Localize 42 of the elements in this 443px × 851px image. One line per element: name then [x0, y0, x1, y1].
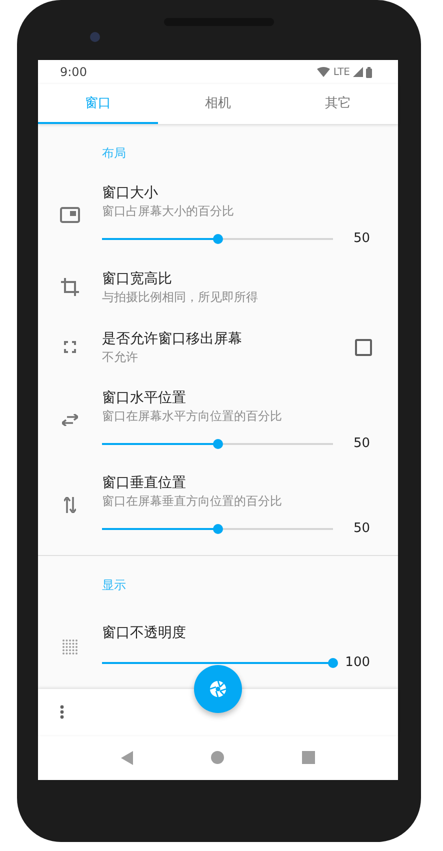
- setting-description: 不允许: [102, 349, 139, 365]
- setting-title: 窗口水平位置: [102, 389, 187, 408]
- opacity-dots-icon: [62, 638, 78, 654]
- tab[interactable]: 窗口: [38, 84, 158, 124]
- crop-icon: [61, 278, 79, 296]
- setting-title: 窗口大小: [102, 184, 159, 203]
- setting-title: 窗口不透明度: [102, 624, 187, 643]
- network-type: LTE: [333, 66, 350, 78]
- tab[interactable]: 其它: [278, 84, 398, 124]
- slider-value: 50: [352, 231, 370, 246]
- section-header: 布局: [102, 145, 127, 162]
- swap-vertical-icon: [64, 496, 76, 512]
- setting-title: 窗口宽高比: [102, 270, 173, 289]
- slider-thumb[interactable]: [212, 234, 222, 244]
- setting-title: 窗口垂直位置: [102, 474, 187, 493]
- slider-value: 50: [352, 521, 370, 536]
- signal-icon: [353, 67, 363, 77]
- setting-description: 窗口在屏幕水平方向位置的百分比: [102, 408, 283, 424]
- picture-in-picture-icon: [60, 206, 80, 222]
- slider-value: 100: [344, 655, 370, 670]
- status-time: 9:00: [60, 65, 87, 79]
- slider-thumb[interactable]: [212, 524, 222, 534]
- setting-description: 窗口占屏幕大小的百分比: [102, 203, 235, 219]
- battery-icon: [366, 66, 372, 78]
- checkbox[interactable]: [355, 338, 372, 356]
- setting-description: 窗口在屏幕垂直方向位置的百分比: [102, 493, 283, 509]
- setting-description: 与拍摄比例相同，所见即所得: [102, 289, 259, 305]
- home-icon[interactable]: [211, 751, 224, 764]
- camera-icon: [90, 32, 100, 42]
- back-icon[interactable]: [121, 750, 133, 764]
- section-header: 显示: [102, 577, 127, 594]
- wifi-icon: [317, 67, 330, 77]
- slider-thumb[interactable]: [328, 658, 338, 668]
- setting-title: 是否允许窗口移出屏幕: [102, 330, 243, 349]
- slider-thumb[interactable]: [212, 438, 222, 448]
- shutter-button[interactable]: [194, 665, 242, 713]
- slider-value: 50: [352, 436, 370, 451]
- tab[interactable]: 相机: [158, 84, 278, 124]
- swap-horizontal-icon: [62, 414, 78, 426]
- fullscreen-icon: [64, 341, 76, 353]
- more-icon[interactable]: [60, 705, 64, 719]
- aperture-icon: [210, 681, 226, 697]
